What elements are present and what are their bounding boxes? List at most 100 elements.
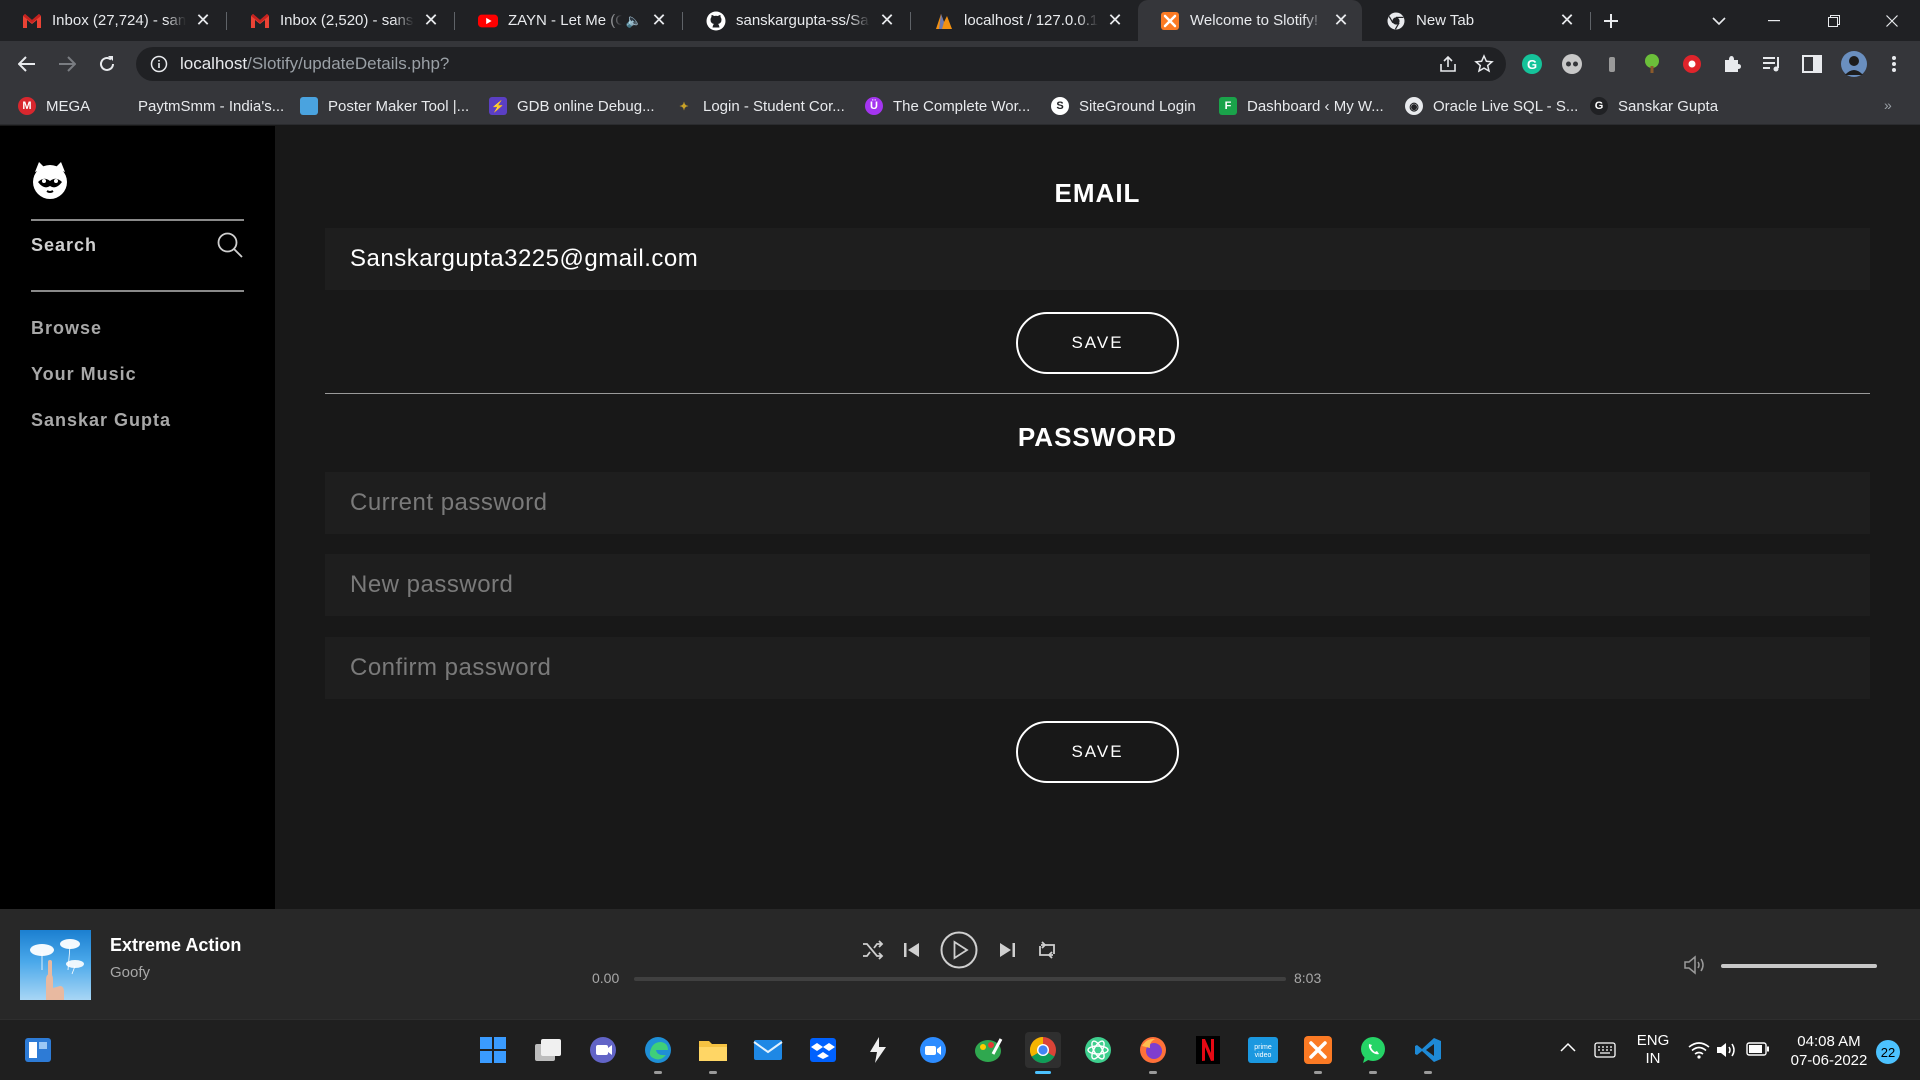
shuffle-button[interactable] <box>860 937 886 963</box>
bookmark-oracle[interactable]: ◉ Oracle Live SQL - S... <box>1405 95 1578 117</box>
share-icon[interactable] <box>1438 54 1458 74</box>
bookmark-paytmsmm[interactable]: PaytmSmm - India's... <box>110 95 284 117</box>
info-icon[interactable] <box>150 55 168 73</box>
bookmark-mega[interactable]: M MEGA <box>18 95 90 117</box>
taskbar-zoom[interactable] <box>915 1032 951 1068</box>
bookmark-poster-maker[interactable]: Poster Maker Tool |... <box>300 95 469 117</box>
album-artwork[interactable] <box>20 930 91 1000</box>
extension-record-icon[interactable] <box>1680 52 1704 76</box>
tab-search-button[interactable] <box>1706 8 1732 34</box>
next-button[interactable] <box>994 937 1020 963</box>
grammarly-icon[interactable]: G <box>1520 52 1544 76</box>
taskbar-chrome[interactable] <box>1025 1032 1061 1074</box>
new-password-input[interactable] <box>350 571 1870 599</box>
media-control-icon[interactable] <box>1760 52 1784 76</box>
bookmark-siteground[interactable]: S SiteGround Login <box>1051 95 1196 117</box>
taskbar-vscode[interactable] <box>1410 1032 1446 1074</box>
sidebar-item-browse[interactable]: Browse <box>31 318 102 339</box>
tab-gmail-inbox-1[interactable]: Inbox (27,724) - sanskargupta ✕ <box>0 0 224 41</box>
taskbar-prime-video[interactable]: prime video <box>1245 1032 1281 1068</box>
taskbar-edge[interactable] <box>640 1032 676 1074</box>
close-icon[interactable]: ✕ <box>1556 10 1578 32</box>
current-password-field[interactable] <box>325 472 1870 534</box>
tab-gmail-inbox-2[interactable]: Inbox (2,520) - sanskargupta ✕ <box>228 0 452 41</box>
search-icon[interactable] <box>216 231 244 259</box>
taskbar-firefox[interactable] <box>1135 1032 1171 1074</box>
volume-slider[interactable] <box>1721 964 1877 968</box>
bookmark-student-corner[interactable]: ✦ Login - Student Cor... <box>675 95 844 117</box>
track-artist[interactable]: Goofy <box>110 964 150 981</box>
volume-button[interactable] <box>1681 950 1709 980</box>
extension-bottle-icon[interactable] <box>1600 52 1624 76</box>
email-input[interactable] <box>350 245 1870 273</box>
close-icon[interactable]: ✕ <box>1330 10 1352 32</box>
extension-tree-icon[interactable] <box>1640 52 1664 76</box>
address-bar[interactable]: localhost/Slotify/updateDetails.php? <box>136 47 1506 81</box>
chevron-double-right-icon[interactable]: » <box>1884 97 1892 113</box>
close-icon[interactable]: ✕ <box>648 10 670 32</box>
taskbar-xampp[interactable] <box>1300 1032 1336 1074</box>
sidebar-search[interactable]: Search <box>31 220 244 270</box>
reload-button[interactable] <box>92 49 122 79</box>
bookmark-gdb[interactable]: ⚡ GDB online Debug... <box>489 95 655 117</box>
bookmark-sanskar-gupta[interactable]: G Sanskar Gupta <box>1590 95 1718 117</box>
sidebar-item-your-music[interactable]: Your Music <box>31 364 137 385</box>
volume-icon[interactable] <box>1716 1041 1738 1059</box>
minimize-button[interactable] <box>1746 0 1802 41</box>
tab-slotify[interactable]: Welcome to Slotify! ✕ <box>1138 0 1362 41</box>
close-icon[interactable]: ✕ <box>1104 10 1126 32</box>
close-icon[interactable]: ✕ <box>876 10 898 32</box>
tab-phpmyadmin[interactable]: localhost / 127.0.0.1 / slotify ✕ <box>912 0 1136 41</box>
keyboard-icon[interactable] <box>1594 1042 1616 1058</box>
speaker-icon[interactable]: 🔈 <box>626 13 642 29</box>
extension-mask-icon[interactable] <box>1560 52 1584 76</box>
taskbar-whatsapp[interactable] <box>1355 1032 1391 1074</box>
profile-avatar[interactable] <box>1840 50 1868 78</box>
confirm-password-input[interactable] <box>350 654 1870 682</box>
sidebar-item-profile[interactable]: Sanskar Gupta <box>31 410 171 431</box>
wifi-icon[interactable] <box>1688 1041 1710 1059</box>
taskbar-dropbox[interactable] <box>805 1032 841 1068</box>
taskbar-file-explorer[interactable] <box>695 1032 731 1074</box>
confirm-password-field[interactable] <box>325 637 1870 699</box>
taskbar-netflix[interactable] <box>1190 1032 1226 1068</box>
save-password-button[interactable]: SAVE <box>1016 721 1179 783</box>
notification-badge[interactable]: 22 <box>1876 1040 1900 1064</box>
teams-chat-button[interactable] <box>585 1032 621 1068</box>
play-button[interactable] <box>939 930 979 970</box>
battery-icon[interactable] <box>1746 1042 1770 1056</box>
kebab-menu-icon[interactable] <box>1882 52 1906 76</box>
tab-new-tab[interactable]: New Tab ✕ <box>1364 0 1588 41</box>
track-title[interactable]: Extreme Action <box>110 935 241 956</box>
tab-github[interactable]: sanskargupta-ss/Sanskar ✕ <box>684 0 908 41</box>
close-icon[interactable]: ✕ <box>420 10 442 32</box>
widgets-button[interactable] <box>20 1032 56 1068</box>
clock[interactable]: 04:08 AM 07-06-2022 <box>1780 1032 1878 1070</box>
slotify-logo[interactable] <box>30 160 70 200</box>
bookmark-dashboard[interactable]: F Dashboard ‹ My W... <box>1219 95 1384 117</box>
email-field[interactable] <box>325 228 1870 290</box>
progress-bar[interactable] <box>634 977 1286 981</box>
language-indicator[interactable]: ENG IN <box>1634 1032 1672 1068</box>
start-button[interactable] <box>475 1032 511 1068</box>
taskbar-paint[interactable] <box>970 1032 1006 1068</box>
puzzle-icon[interactable] <box>1720 52 1744 76</box>
forward-button[interactable] <box>52 49 82 79</box>
save-email-button[interactable]: SAVE <box>1016 312 1179 374</box>
bookmark-udemy[interactable]: Ü The Complete Wor... <box>865 95 1030 117</box>
window-close-button[interactable] <box>1864 0 1920 41</box>
task-view-button[interactable] <box>530 1032 566 1068</box>
new-password-field[interactable] <box>325 554 1870 616</box>
current-password-input[interactable] <box>350 489 1870 517</box>
repeat-button[interactable] <box>1034 937 1060 963</box>
back-button[interactable] <box>12 49 42 79</box>
previous-button[interactable] <box>899 937 925 963</box>
tab-youtube[interactable]: ZAYN - Let Me (Official Video) 🔈 ✕ <box>456 0 680 41</box>
restore-button[interactable] <box>1806 0 1862 41</box>
taskbar-bolt-app[interactable] <box>860 1032 896 1068</box>
new-tab-button[interactable] <box>1596 6 1626 36</box>
bookmark-star-icon[interactable] <box>1474 54 1494 74</box>
taskbar-mail[interactable] <box>750 1032 786 1068</box>
taskbar-atom[interactable] <box>1080 1032 1116 1068</box>
close-icon[interactable]: ✕ <box>192 10 214 32</box>
